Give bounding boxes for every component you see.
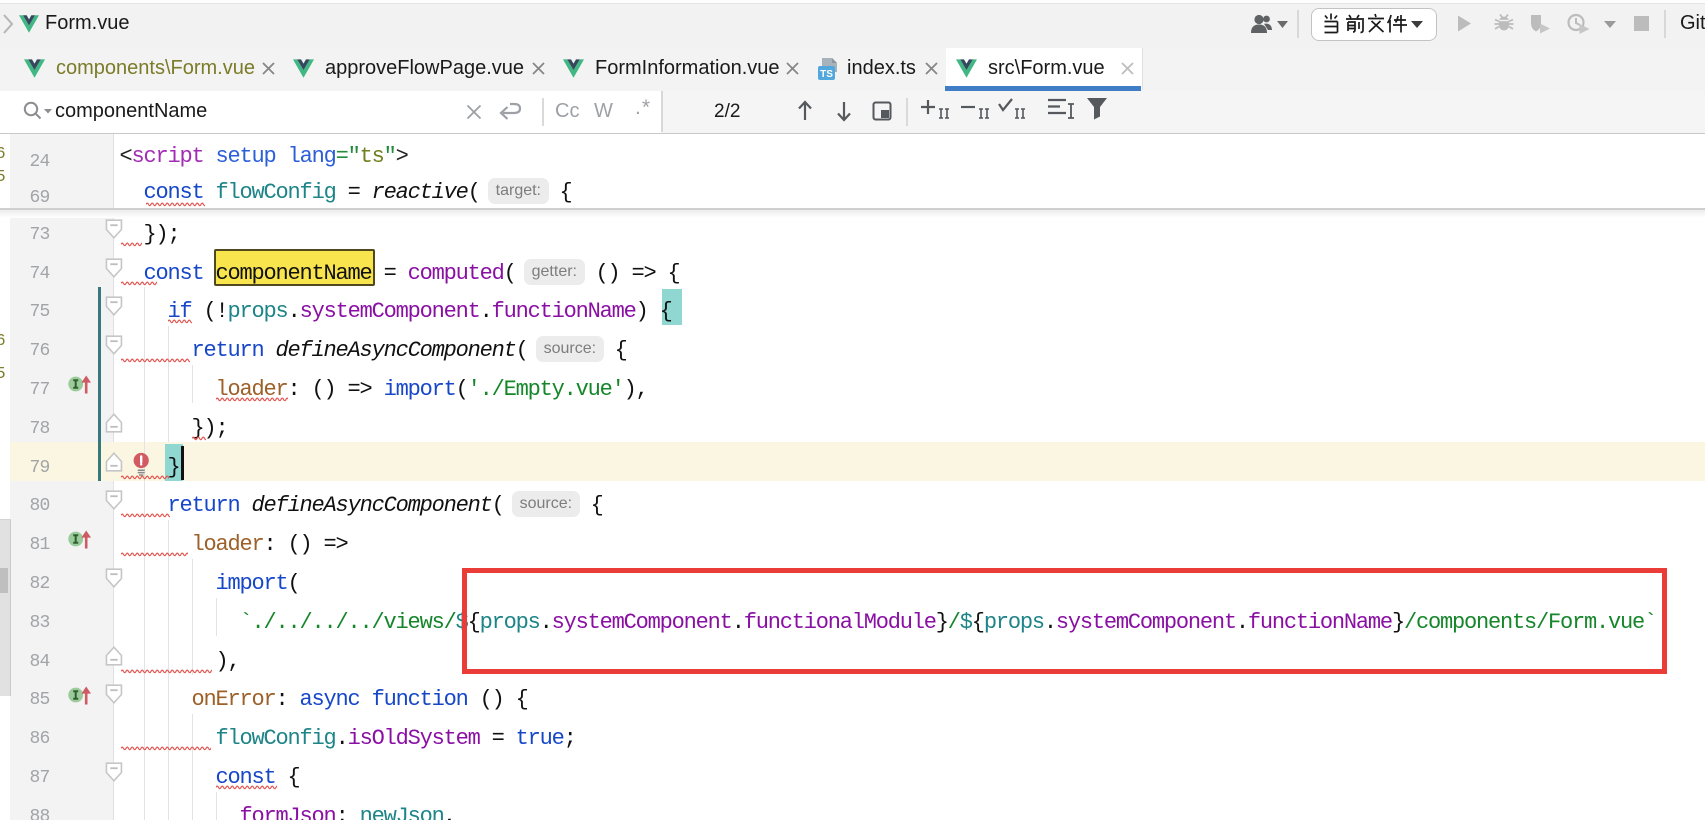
svg-text:TS: TS xyxy=(820,69,833,80)
